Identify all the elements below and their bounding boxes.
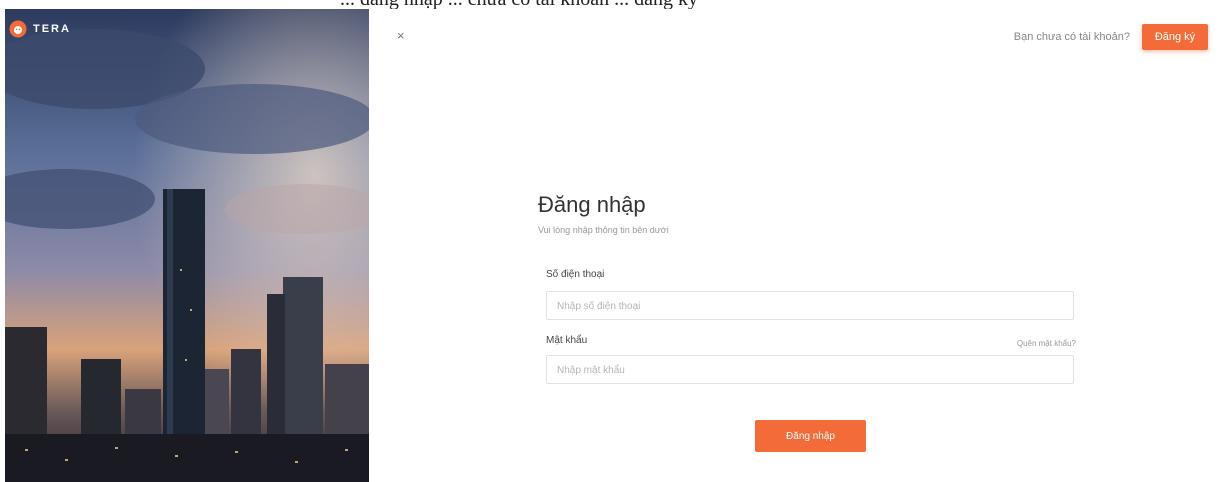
signup-button[interactable]: Đăng ký	[1142, 24, 1208, 50]
city-skyline-illustration	[5, 9, 369, 482]
login-button[interactable]: Đăng nhập	[755, 420, 866, 452]
close-icon[interactable]: ×	[397, 28, 405, 43]
page-title: Đăng nhập	[538, 192, 646, 217]
login-form: Đăng nhập Vui lòng nhập thông tin bên dư…	[538, 192, 1076, 452]
password-label: Mật khẩu	[546, 335, 588, 346]
clipped-caption: ... đăng nhập ... chưa có tài khoản ... …	[0, 0, 1222, 9]
lion-logo-icon	[9, 20, 27, 38]
phone-input[interactable]: Nhập số điện thoại	[546, 291, 1074, 320]
forgot-password-link[interactable]: Quên mật khẩu?	[1017, 339, 1076, 348]
hero-image	[5, 9, 369, 482]
brand-logo[interactable]: TERA	[9, 20, 71, 38]
phone-label: Số điện thoại	[546, 269, 605, 280]
password-input[interactable]: Nhập mật khẩu	[546, 355, 1074, 384]
signup-prompt-text: Bạn chưa có tài khoản?	[1013, 31, 1130, 43]
brand-name: TERA	[33, 23, 71, 35]
page-subtitle: Vui lòng nhập thông tin bên dưới	[538, 225, 669, 235]
signup-prompt-bar: Bạn chưa có tài khoản? Đăng ký	[1014, 24, 1208, 50]
